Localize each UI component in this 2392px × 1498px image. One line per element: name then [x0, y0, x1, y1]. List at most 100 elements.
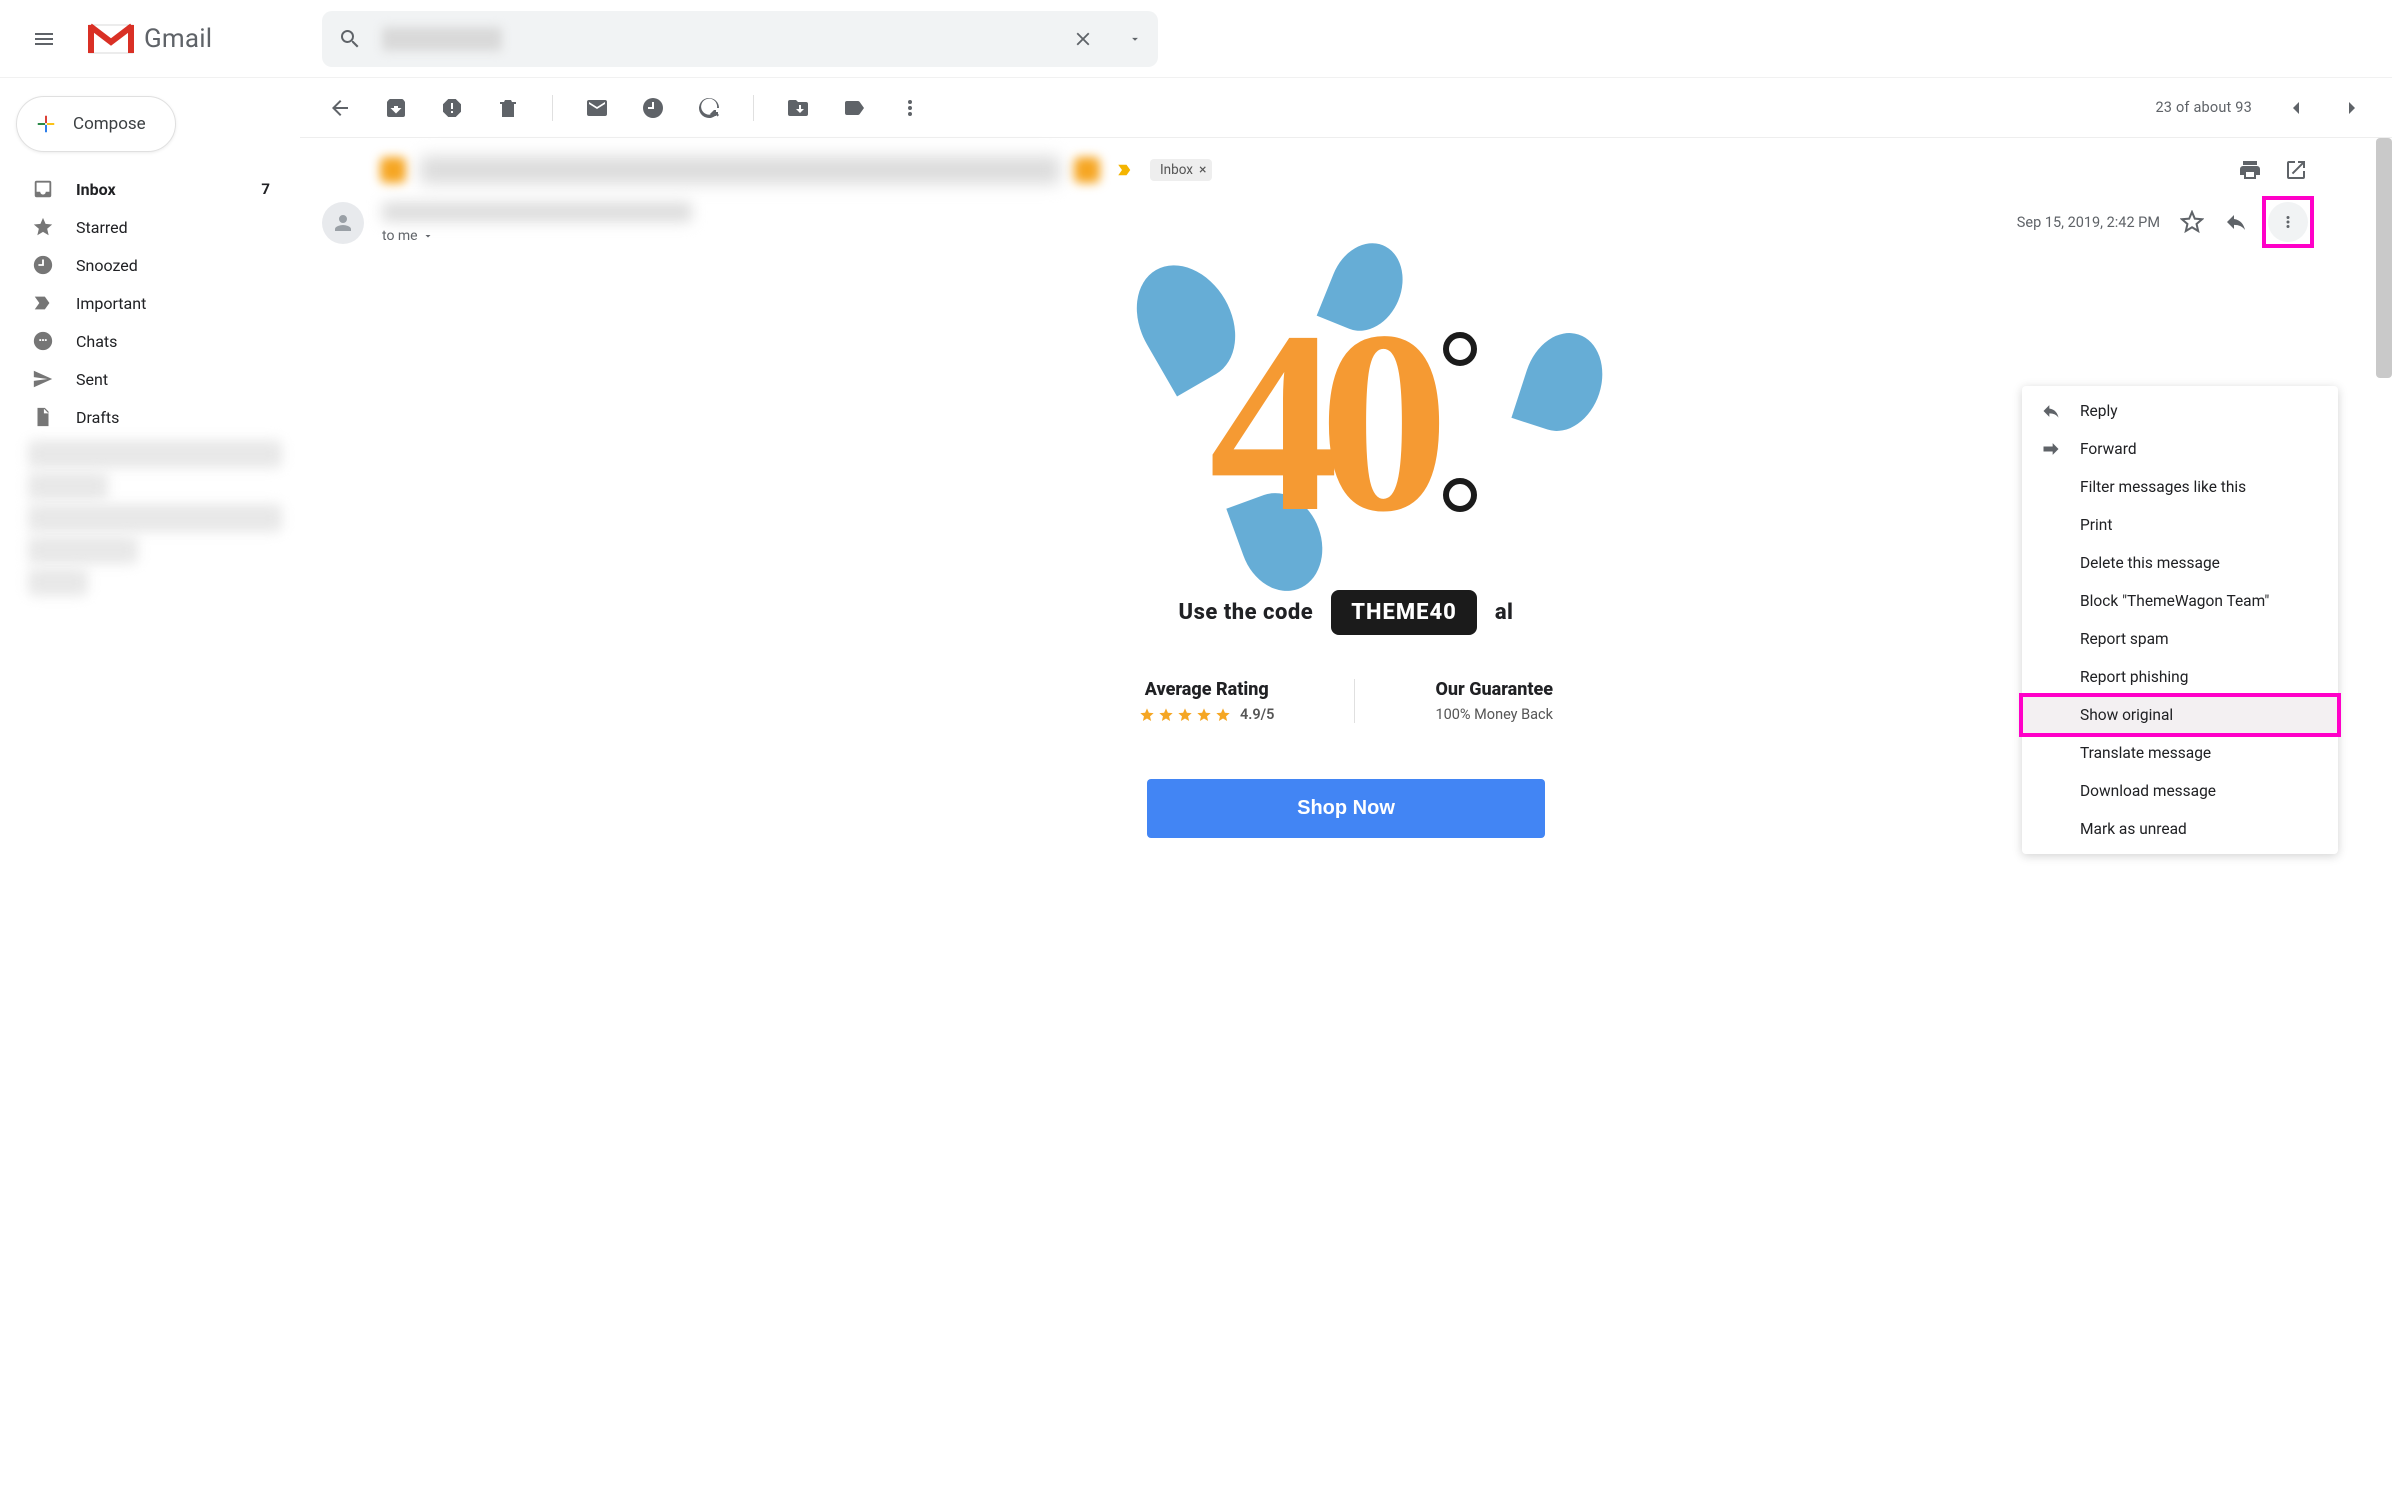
star-icon: [1139, 707, 1155, 723]
clear-search-icon[interactable]: [1072, 28, 1094, 50]
sidebar-label-blurred: [28, 504, 282, 532]
search-options-dropdown-icon[interactable]: [1128, 32, 1142, 46]
remove-label-icon[interactable]: ×: [1199, 162, 1206, 178]
more-vert-icon: [2279, 213, 2297, 231]
percent-icon: [1443, 332, 1483, 512]
chip-label: Inbox: [1160, 162, 1193, 178]
promo-code: THEME40: [1331, 590, 1477, 635]
code-suffix: al: [1495, 600, 1514, 625]
rating-stars: 4.9/5: [1139, 706, 1275, 723]
search-bar[interactable]: [322, 11, 1158, 67]
shop-now-button[interactable]: Shop Now: [1147, 779, 1545, 838]
compose-label: Compose: [73, 114, 146, 134]
toolbar-separator: [753, 95, 754, 121]
guarantee-heading: Our Guarantee: [1435, 679, 1553, 700]
sidebar-item-label: Snoozed: [76, 256, 138, 275]
more-actions-button[interactable]: [898, 96, 922, 120]
archive-button[interactable]: [384, 96, 408, 120]
sidebar-item-drafts[interactable]: Drafts: [0, 398, 300, 436]
important-marker-icon[interactable]: [1114, 161, 1136, 179]
sidebar-item-snoozed[interactable]: Snoozed: [0, 246, 300, 284]
snooze-button[interactable]: [641, 96, 665, 120]
guarantee-sub: 100% Money Back: [1435, 706, 1553, 723]
rating-value: 4.9/5: [1240, 706, 1275, 723]
menu-item-delete[interactable]: Delete this message: [2022, 544, 2338, 582]
star-icon: [1215, 707, 1231, 723]
star-message-button[interactable]: [2180, 210, 2204, 234]
sidebar-item-chats[interactable]: Chats: [0, 322, 300, 360]
mark-unread-button[interactable]: [585, 96, 609, 120]
gmail-wordmark: Gmail: [144, 24, 212, 54]
menu-item-filter[interactable]: Filter messages like this: [2022, 468, 2338, 506]
menu-item-translate[interactable]: Translate message: [2022, 734, 2338, 772]
menu-item-block[interactable]: Block "ThemeWagon Team": [2022, 582, 2338, 620]
message-toolbar: 23 of about 93: [300, 78, 2392, 138]
search-input[interactable]: [382, 27, 502, 51]
reply-icon: [2041, 401, 2061, 421]
pagination-text: 23 of about 93: [2155, 99, 2252, 116]
sidebar-item-label: Sent: [76, 370, 108, 389]
sidebar: Compose Inbox 7 Starred Snoozed Importan…: [0, 78, 300, 1498]
sidebar-label-blurred: [28, 440, 282, 468]
open-new-window-button[interactable]: [2284, 158, 2308, 182]
inbox-label-chip[interactable]: Inbox ×: [1150, 159, 1212, 181]
sender-name-blurred: [382, 202, 692, 222]
back-button[interactable]: [328, 96, 352, 120]
labels-button[interactable]: [842, 96, 866, 120]
gmail-m-icon: [88, 22, 134, 56]
hero-graphic: 40: [1111, 272, 1581, 572]
menu-item-download[interactable]: Download message: [2022, 772, 2338, 810]
reply-button[interactable]: [2224, 210, 2248, 234]
message-date: Sep 15, 2019, 2:42 PM: [2017, 214, 2160, 231]
menu-item-print[interactable]: Print: [2022, 506, 2338, 544]
next-message-button[interactable]: [2340, 96, 2364, 120]
compose-plus-icon: [35, 113, 57, 135]
compose-button[interactable]: Compose: [16, 96, 176, 152]
inbox-icon: [32, 178, 54, 200]
main-menu-button[interactable]: [28, 23, 60, 55]
person-icon: [331, 211, 355, 235]
sidebar-label-blurred: [28, 472, 108, 500]
report-spam-button[interactable]: [440, 96, 464, 120]
sidebar-item-label: Starred: [76, 218, 128, 237]
sidebar-item-inbox[interactable]: Inbox 7: [0, 170, 300, 208]
hero-number: 40: [1209, 273, 1429, 572]
chat-icon: [32, 330, 54, 352]
sent-icon: [32, 368, 54, 390]
menu-item-reply[interactable]: Reply: [2022, 392, 2338, 430]
search-icon: [338, 27, 362, 51]
print-button[interactable]: [2238, 158, 2262, 182]
sidebar-item-important[interactable]: Important: [0, 284, 300, 322]
menu-item-mark-unread[interactable]: Mark as unread: [2022, 810, 2338, 848]
message-more-button[interactable]: [2268, 202, 2308, 242]
message-more-menu: Reply Forward Filter messages like this …: [2022, 386, 2338, 854]
toolbar-separator: [552, 95, 553, 121]
previous-message-button[interactable]: [2284, 96, 2308, 120]
star-icon: [32, 216, 54, 238]
sidebar-item-sent[interactable]: Sent: [0, 360, 300, 398]
sender-avatar[interactable]: [322, 202, 364, 244]
add-to-tasks-button[interactable]: [697, 96, 721, 120]
recipient-dropdown-icon: [422, 230, 434, 242]
scrollbar[interactable]: [2376, 138, 2392, 378]
sidebar-item-label: Chats: [76, 332, 117, 351]
delete-button[interactable]: [496, 96, 520, 120]
star-icon: [1158, 707, 1174, 723]
subject-emoji: [380, 157, 406, 183]
menu-item-report-spam[interactable]: Report spam: [2022, 620, 2338, 658]
sidebar-item-label: Inbox: [76, 180, 116, 199]
menu-item-show-original[interactable]: Show original: [2022, 696, 2338, 734]
gmail-logo[interactable]: Gmail: [88, 22, 212, 56]
move-to-button[interactable]: [786, 96, 810, 120]
subject-emoji: [1074, 157, 1100, 183]
forward-icon: [2041, 439, 2061, 459]
sidebar-label-blurred: [28, 568, 88, 596]
menu-item-report-phishing[interactable]: Report phishing: [2022, 658, 2338, 696]
sidebar-item-starred[interactable]: Starred: [0, 208, 300, 246]
clock-icon: [32, 254, 54, 276]
menu-item-forward[interactable]: Forward: [2022, 430, 2338, 468]
recipient-line[interactable]: to me: [382, 228, 692, 244]
code-prefix: Use the code: [1179, 600, 1314, 625]
star-icon: [1177, 707, 1193, 723]
inbox-count: 7: [261, 180, 270, 198]
